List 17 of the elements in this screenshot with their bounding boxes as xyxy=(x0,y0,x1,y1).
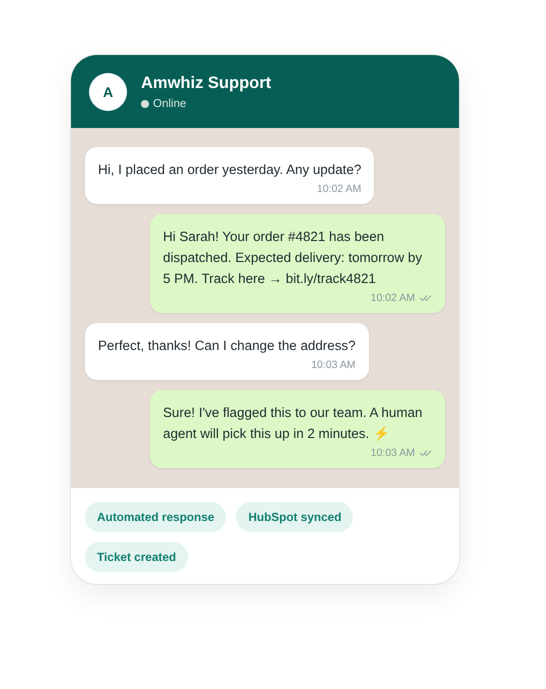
status-text: Online xyxy=(153,98,186,110)
message-time: 10:03 AM xyxy=(370,447,415,459)
message-time: 10:02 AM xyxy=(370,292,415,304)
double-check-icon xyxy=(419,294,432,302)
message-time: 10:02 AM xyxy=(316,183,362,195)
message-text: Perfect, thanks! Can I change the address? xyxy=(98,337,356,355)
message-text: Hi, I placed an order yesterday. Any update? xyxy=(98,161,362,179)
status-dot-icon xyxy=(141,100,149,108)
message-text: Hi Sarah! Your order #4821 has been dispatched. Expected delivery: tomorrow by 5 PM. Track here → bit.ly/track4821 xyxy=(163,228,424,288)
avatar: A xyxy=(89,72,127,110)
status-tag: Ticket created xyxy=(85,542,188,572)
contact-name: Amwhiz Support xyxy=(141,74,272,92)
double-check-icon xyxy=(419,449,432,457)
status-tag: Automated response xyxy=(85,502,226,532)
message-text: Sure! I've flagged this to our team. A human agent will pick this up in 2 minutes. ⚡ xyxy=(163,404,424,443)
message-time: 10:03 AM xyxy=(311,359,356,371)
status-tag: HubSpot synced xyxy=(236,502,354,532)
